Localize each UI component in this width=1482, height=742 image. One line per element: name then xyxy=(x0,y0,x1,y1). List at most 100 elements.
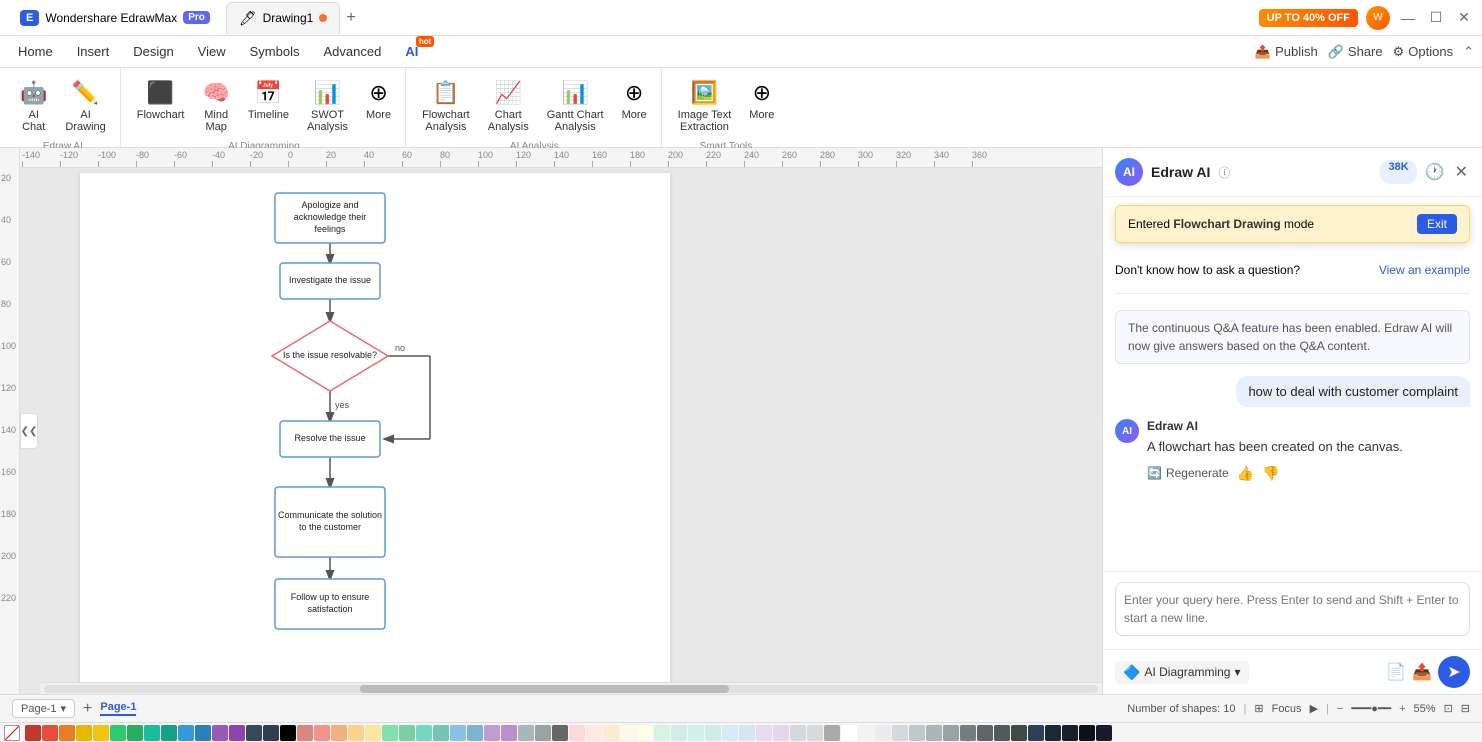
maximize-button[interactable]: ☐ xyxy=(1426,8,1446,28)
color-swatch[interactable] xyxy=(195,725,211,741)
send-button[interactable]: ➤ xyxy=(1438,656,1470,688)
no-fill-swatch[interactable] xyxy=(4,725,20,741)
color-swatch[interactable] xyxy=(127,725,143,741)
ai-chat-button[interactable]: 🤖 AIChat xyxy=(12,74,55,139)
options-button[interactable]: ⚙ Options xyxy=(1393,44,1453,60)
color-swatch[interactable] xyxy=(943,725,959,741)
flowchart-analysis-button[interactable]: 📋 FlowchartAnalysis xyxy=(414,74,478,139)
color-swatch[interactable] xyxy=(331,725,347,741)
collapse-sidebar-button[interactable]: ❮❮ xyxy=(20,413,38,449)
color-swatch[interactable] xyxy=(1062,725,1078,741)
color-swatch[interactable] xyxy=(739,725,755,741)
color-swatch[interactable] xyxy=(1079,725,1095,741)
color-swatch[interactable] xyxy=(501,725,517,741)
fit-page-button[interactable]: ⊡ xyxy=(1444,702,1453,715)
color-swatch[interactable] xyxy=(263,725,279,741)
color-swatch[interactable] xyxy=(858,725,874,741)
minimize-button[interactable]: — xyxy=(1398,8,1418,28)
color-swatch[interactable] xyxy=(348,725,364,741)
color-swatch[interactable] xyxy=(1045,725,1061,741)
ai-drawing-button[interactable]: ✏️ AIDrawing xyxy=(57,74,113,139)
view-example-link[interactable]: View an example xyxy=(1379,263,1470,277)
h-scroll-thumb[interactable] xyxy=(360,685,729,693)
add-tab-button[interactable]: + xyxy=(340,9,361,27)
color-swatch[interactable] xyxy=(433,725,449,741)
regenerate-button[interactable]: 🔄 Regenerate xyxy=(1147,466,1229,480)
color-swatch[interactable] xyxy=(110,725,126,741)
color-swatch[interactable] xyxy=(314,725,330,741)
color-swatch[interactable] xyxy=(1028,725,1044,741)
color-swatch[interactable] xyxy=(59,725,75,741)
menu-home[interactable]: Home xyxy=(8,40,63,63)
color-swatch[interactable] xyxy=(450,725,466,741)
color-swatch[interactable] xyxy=(280,725,296,741)
color-swatch[interactable] xyxy=(365,725,381,741)
color-swatch[interactable] xyxy=(144,725,160,741)
panel-close-button[interactable]: ✕ xyxy=(1453,160,1470,184)
color-swatch[interactable] xyxy=(569,725,585,741)
color-swatch[interactable] xyxy=(518,725,534,741)
app-tab[interactable]: E Wondershare EdrawMax Pro xyxy=(8,2,222,34)
flowchart-button[interactable]: ⬛ Flowchart xyxy=(129,74,193,127)
export-button[interactable]: 📤 xyxy=(1412,662,1432,682)
color-swatch[interactable] xyxy=(773,725,789,741)
color-swatch[interactable] xyxy=(892,725,908,741)
h-scrollbar[interactable] xyxy=(40,682,1102,694)
color-swatch[interactable] xyxy=(25,725,41,741)
menu-symbols[interactable]: Symbols xyxy=(240,40,310,63)
drawing-canvas[interactable]: ❮❮ xyxy=(20,168,1102,694)
color-swatch[interactable] xyxy=(535,725,551,741)
color-swatch[interactable] xyxy=(42,725,58,741)
thumbs-up-button[interactable]: 👍 xyxy=(1237,465,1254,482)
color-swatch[interactable] xyxy=(382,725,398,741)
zoom-out-button[interactable]: − xyxy=(1337,703,1343,715)
thumbs-down-button[interactable]: 👎 xyxy=(1262,465,1279,482)
color-swatch[interactable] xyxy=(1011,725,1027,741)
color-swatch[interactable] xyxy=(654,725,670,741)
color-swatch[interactable] xyxy=(212,725,228,741)
color-swatch[interactable] xyxy=(960,725,976,741)
fit-width-button[interactable]: ⊟ xyxy=(1461,702,1470,715)
color-swatch[interactable] xyxy=(807,725,823,741)
color-swatch[interactable] xyxy=(620,725,636,741)
gantt-chart-analysis-button[interactable]: 📊 Gantt ChartAnalysis xyxy=(539,74,612,139)
exit-mode-button[interactable]: Exit xyxy=(1417,214,1457,234)
color-swatch[interactable] xyxy=(722,725,738,741)
color-swatch[interactable] xyxy=(603,725,619,741)
avatar[interactable]: W xyxy=(1366,6,1390,30)
layer-button[interactable]: ⊞ xyxy=(1254,702,1263,715)
color-swatch[interactable] xyxy=(93,725,109,741)
color-swatch[interactable] xyxy=(246,725,262,741)
current-page-tab[interactable]: Page-1 xyxy=(100,701,136,716)
menu-ai[interactable]: AI hot xyxy=(395,40,428,63)
timeline-button[interactable]: 📅 Timeline xyxy=(240,74,297,127)
color-swatch[interactable] xyxy=(467,725,483,741)
menu-insert[interactable]: Insert xyxy=(67,40,120,63)
image-text-extraction-button[interactable]: 🖼️ Image TextExtraction xyxy=(670,74,740,139)
zoom-in-button[interactable]: + xyxy=(1399,703,1405,715)
ai-help-icon[interactable]: ⓘ xyxy=(1218,164,1230,181)
collapse-ribbon-button[interactable]: ⌃ xyxy=(1463,44,1474,60)
chart-analysis-button[interactable]: 📈 ChartAnalysis xyxy=(480,74,537,139)
color-swatch[interactable] xyxy=(705,725,721,741)
color-swatch[interactable] xyxy=(229,725,245,741)
color-swatch[interactable] xyxy=(926,725,942,741)
drawing-tab[interactable]: 🖊 Drawing1 xyxy=(226,2,340,34)
color-swatch[interactable] xyxy=(178,725,194,741)
focus-label[interactable]: Focus xyxy=(1272,703,1302,715)
menu-view[interactable]: View xyxy=(188,40,236,63)
more-smart-tools-button[interactable]: ⊕ More xyxy=(741,74,782,127)
mind-map-button[interactable]: 🧠 MindMap xyxy=(194,74,237,139)
mode-selector[interactable]: 🔷 AI Diagramming ▾ xyxy=(1115,661,1249,684)
file-upload-button[interactable]: 📄 xyxy=(1386,662,1406,682)
menu-advanced[interactable]: Advanced xyxy=(313,40,391,63)
color-swatch[interactable] xyxy=(841,725,857,741)
more-analysis-button[interactable]: ⊕ More xyxy=(614,74,655,127)
swot-analysis-button[interactable]: 📊 SWOTAnalysis xyxy=(299,74,356,139)
color-swatch[interactable] xyxy=(1096,725,1112,741)
color-swatch[interactable] xyxy=(824,725,840,741)
color-swatch[interactable] xyxy=(484,725,500,741)
color-swatch[interactable] xyxy=(637,725,653,741)
color-swatch[interactable] xyxy=(552,725,568,741)
menu-design[interactable]: Design xyxy=(123,40,183,63)
